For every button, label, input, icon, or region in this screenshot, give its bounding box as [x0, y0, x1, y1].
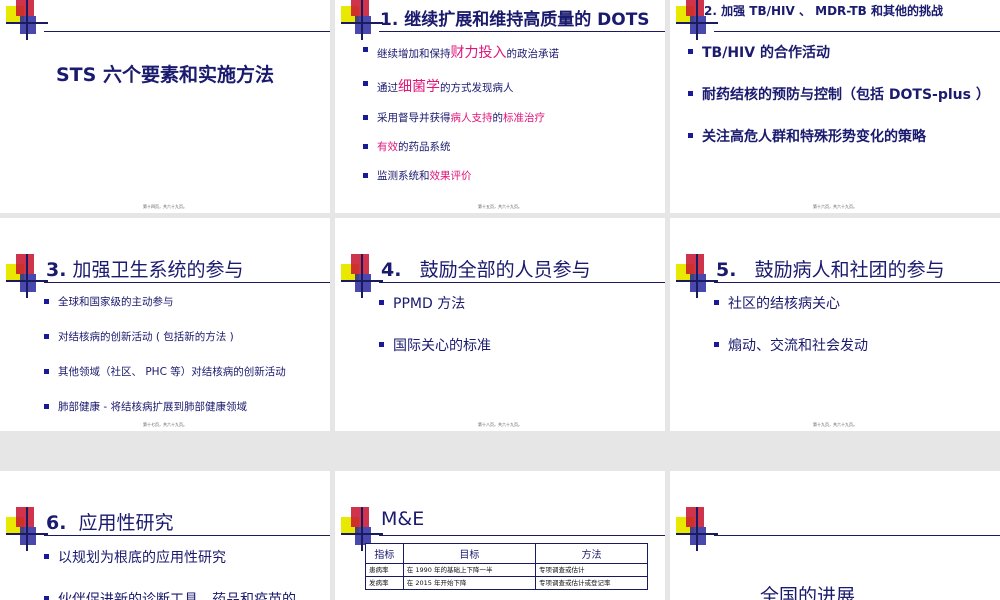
table-header: 指标 [365, 543, 404, 564]
bullet-list: 社区的结核病关心 煽动、交流和社会发动 [714, 293, 994, 355]
slide-footer: 第十四页，共六十九页。 [143, 204, 187, 209]
slide-footer: 第十八页，共六十九页。 [478, 422, 522, 427]
slide-title: 2. 加强 TB/HIV 、 MDR-TB 和其他的挑战 [704, 4, 943, 18]
title-rule [44, 31, 330, 32]
table-cell: 发病率 [365, 576, 404, 590]
list-item: 煽动、交流和社会发动 [714, 335, 994, 355]
decorative-logo-icon [341, 254, 383, 298]
slide-title: M&E [381, 508, 425, 530]
table-cell: 在 1990 年的基础上下降一半 [402, 563, 537, 577]
table-row: 发病率 在 2015 年开始下降 专项调查或估计或登记率 [365, 576, 648, 590]
table-cell: 专项调查或估计或登记率 [535, 576, 648, 590]
title-number: 6. [46, 512, 67, 534]
decorative-logo-icon [6, 254, 48, 298]
list-item: 以规划为根底的应用性研究 [44, 547, 324, 567]
slide-title: 4. 鼓励全部的人员参与 [381, 255, 661, 282]
list-item: 肺部健康 - 将结核病扩展到肺部健康领域 [44, 399, 324, 414]
title-rule [44, 535, 330, 536]
decorative-logo-icon [676, 254, 718, 298]
title-number: 5. [716, 259, 737, 281]
slide-title: 1. 继续扩展和维持高质量的 DOTS [380, 5, 661, 30]
list-item: 社区的结核病关心 [714, 293, 994, 313]
list-item: 全球和国家级的主动参与 [44, 294, 324, 309]
title-rule [379, 31, 665, 32]
slide-thumbnail-2[interactable]: 1. 继续扩展和维持高质量的 DOTS 继续增加和保持财力投入的政治承诺 通过细… [335, 0, 665, 213]
bullet-list: PPMD 方法 国际关心的标准 [379, 293, 659, 355]
slide-title: 3. 加强卫生系统的参与 [46, 255, 326, 282]
slide-footer: 第十五页，共六十九页。 [478, 204, 522, 209]
title-text: 继续扩展和维持高质量的 DOTS [404, 10, 650, 30]
slide-thumbnail-3[interactable]: 2. 加强 TB/HIV 、 MDR-TB 和其他的挑战 TB/HIV 的合作活… [670, 0, 1000, 213]
list-item: 通过细菌学的方式发现病人 [363, 76, 659, 96]
title-rule [379, 535, 665, 536]
title-text: 鼓励病人和社团的参与 [754, 259, 945, 281]
slide-title: 5. 鼓励病人和社团的参与 [716, 255, 996, 282]
title-rule [714, 535, 1000, 536]
title-number: 3. [46, 259, 67, 281]
title-rule [714, 31, 1000, 32]
table-header: 方法 [535, 543, 648, 564]
list-item: 采用督导并获得病人支持的标准治疗 [363, 110, 659, 125]
slide-thumbnail-8[interactable]: M&E 指标 目标 方法 患病率 在 1990 年的基础上下降一半 专项调查或估… [335, 471, 665, 600]
title-rule [379, 282, 665, 283]
slide-footer: 第十九页，共六十九页。 [813, 422, 857, 427]
title-number: 1. [380, 10, 399, 30]
title-rule [44, 282, 330, 283]
list-item: TB/HIV 的合作活动 [688, 42, 994, 62]
slide-title: 6. 应用性研究 [46, 508, 326, 535]
slide-thumbnail-5[interactable]: 4. 鼓励全部的人员参与 PPMD 方法 国际关心的标准 第十八页，共六十九页。 [335, 218, 665, 431]
decorative-logo-icon [6, 507, 48, 551]
list-item: 对结核病的创新活动 ( 包括新的方法 ) [44, 329, 324, 344]
list-item: 其他领域（社区、 PHC 等）对结核病的创新活动 [44, 364, 324, 379]
list-item: 耐药结核的预防与控制（包括 DOTS-plus ） [688, 84, 994, 104]
decorative-logo-icon [676, 507, 718, 551]
slide-footer: 第十六页，共六十九页。 [813, 204, 857, 209]
bullet-list: 继续增加和保持财力投入的政治承诺 通过细菌学的方式发现病人 采用督导并获得病人支… [363, 42, 659, 183]
table-cell: 专项调查或估计 [535, 563, 648, 577]
slide-title: STS 六个要素和实施方法 [56, 64, 274, 86]
list-item: 伙伴促进新的诊断工具、药品和疫苗的 [44, 589, 324, 600]
table-cell: 患病率 [365, 563, 404, 577]
title-rule [714, 282, 1000, 283]
title-text: 鼓励全部的人员参与 [419, 259, 591, 281]
title-text: 加强卫生系统的参与 [72, 259, 244, 281]
slide-footer: 第十七页，共六十九页。 [143, 422, 187, 427]
metrics-table: 指标 目标 方法 患病率 在 1990 年的基础上下降一半 专项调查或估计 发病… [365, 543, 648, 590]
list-item: PPMD 方法 [379, 293, 659, 313]
slide-thumbnail-6[interactable]: 5. 鼓励病人和社团的参与 社区的结核病关心 煽动、交流和社会发动 第十九页，共… [670, 218, 1000, 431]
slide-thumbnail-7[interactable]: 6. 应用性研究 以规划为根底的应用性研究 伙伴促进新的诊断工具、药品和疫苗的 [0, 471, 330, 600]
bullet-list: 全球和国家级的主动参与 对结核病的创新活动 ( 包括新的方法 ) 其他领域（社区… [44, 294, 324, 414]
bullet-list: TB/HIV 的合作活动 耐药结核的预防与控制（包括 DOTS-plus ） 关… [688, 42, 994, 146]
list-item: 监测系统和效果评价 [363, 168, 659, 183]
title-text: 应用性研究 [78, 512, 174, 534]
table-cell: 在 2015 年开始下降 [402, 576, 537, 590]
table-header: 目标 [402, 543, 537, 564]
table-row: 患病率 在 1990 年的基础上下降一半 专项调查或估计 [365, 563, 648, 577]
list-item: 关注高危人群和特殊形势变化的策略 [688, 126, 994, 146]
bullet-list: 以规划为根底的应用性研究 伙伴促进新的诊断工具、药品和疫苗的 [44, 547, 324, 600]
decorative-logo-icon [6, 0, 48, 40]
slide-thumbnail-9[interactable]: 全国的进展 [670, 471, 1000, 600]
list-item: 有效的药品系统 [363, 139, 659, 154]
list-item: 继续增加和保持财力投入的政治承诺 [363, 42, 659, 62]
table-header-row: 指标 目标 方法 [365, 543, 648, 564]
list-item: 国际关心的标准 [379, 335, 659, 355]
decorative-logo-icon [341, 0, 383, 40]
slide-title: 全国的进展 [760, 585, 856, 600]
title-number: 4. [381, 259, 402, 281]
slide-thumbnail-4[interactable]: 3. 加强卫生系统的参与 全球和国家级的主动参与 对结核病的创新活动 ( 包括新… [0, 218, 330, 431]
slide-thumbnail-1[interactable]: STS 六个要素和实施方法 第十四页，共六十九页。 [0, 0, 330, 213]
